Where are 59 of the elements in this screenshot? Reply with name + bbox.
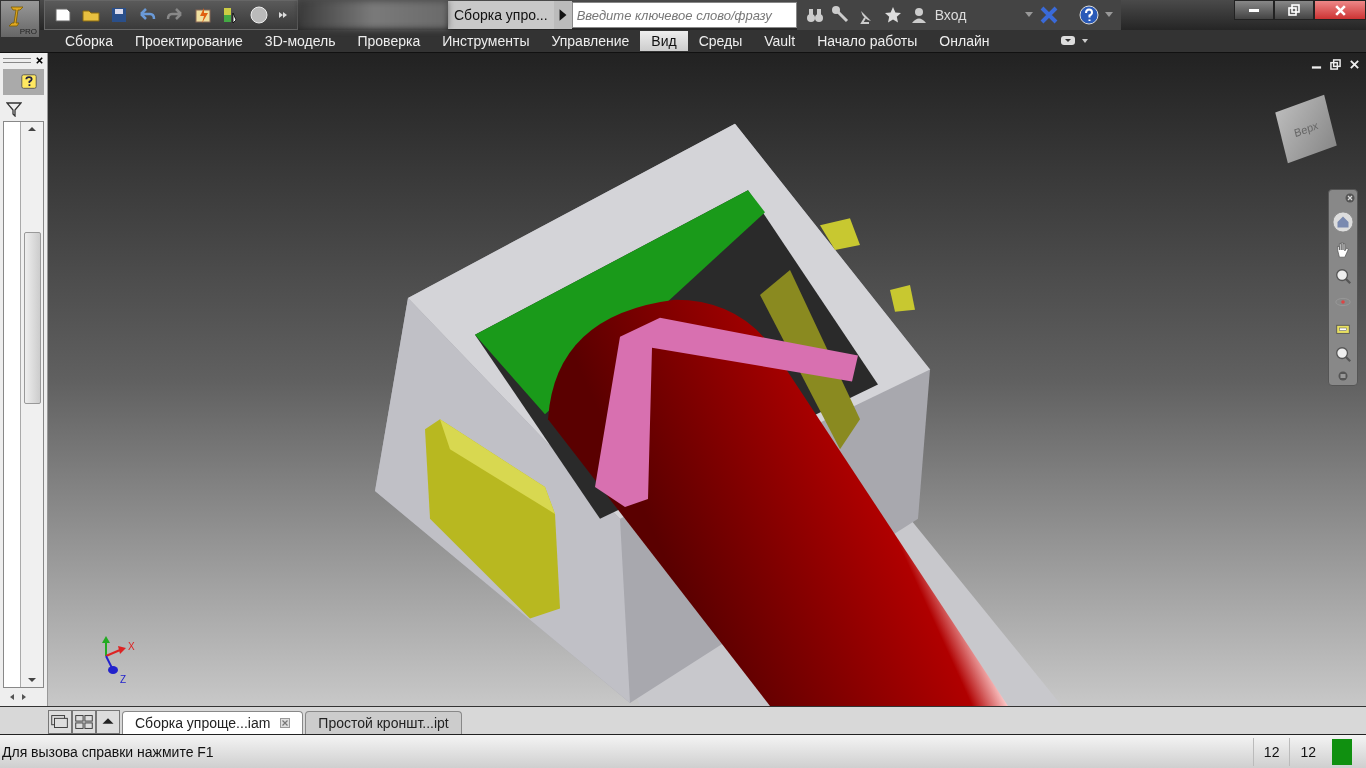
document-tab-label: Сборка упроще...iam [135, 715, 271, 731]
help-icon[interactable] [1078, 5, 1099, 25]
close-icon[interactable] [35, 55, 44, 65]
house-icon[interactable] [1332, 211, 1354, 233]
status-counter: 12 [1252, 737, 1290, 766]
edition-label: PRO [19, 27, 37, 36]
minimize-icon [1249, 8, 1259, 12]
ribbon-tab[interactable]: Инструменты [431, 31, 541, 51]
new-file-icon[interactable] [53, 5, 73, 25]
zoom-icon[interactable] [1334, 267, 1352, 285]
tile-windows-icon[interactable] [72, 710, 96, 734]
ribbon-tab[interactable]: Начало работы [806, 31, 929, 51]
clip-part [890, 284, 915, 312]
restore-button[interactable] [1274, 0, 1314, 20]
ribbon-tab[interactable]: Проверка [346, 31, 432, 51]
help-icon [20, 73, 38, 91]
close-button[interactable] [1314, 0, 1366, 20]
search-field[interactable]: Введите ключевое слово/фразу [571, 2, 797, 28]
filter-icon[interactable] [6, 101, 22, 117]
close-icon [1333, 3, 1347, 17]
wrench-icon[interactable] [830, 5, 851, 25]
ribbon-options-icon[interactable] [1060, 35, 1091, 47]
menu-icon[interactable] [1338, 371, 1348, 381]
ribbon-tab[interactable]: 3D-модель [253, 31, 347, 51]
ribbon-tab[interactable]: Вид [640, 31, 688, 51]
document-tab-label: Простой кроншт...ipt [318, 715, 449, 731]
scroll-down-icon[interactable] [27, 677, 37, 683]
document-tab[interactable]: Простой кроншт...ipt [305, 711, 462, 734]
status-indicator [1332, 738, 1352, 765]
hand-icon[interactable] [1334, 241, 1352, 259]
caret-icon[interactable] [1024, 12, 1033, 18]
ribbon-tab[interactable]: Vault [753, 31, 807, 51]
ribbon-tab[interactable]: Проектирование [123, 31, 254, 51]
minimize-button[interactable] [1234, 0, 1274, 20]
document-title: Сборка упро... [448, 1, 554, 29]
cascade-windows-icon[interactable] [48, 710, 72, 734]
ribbon-tab[interactable]: Управление [540, 31, 641, 51]
save-icon[interactable] [109, 5, 129, 25]
ribbon-tab[interactable]: Сборка [54, 31, 124, 51]
vertical-scrollbar[interactable] [21, 122, 43, 687]
caret-icon[interactable] [1104, 12, 1113, 18]
sign-in-link[interactable]: Вход [934, 7, 1019, 23]
z-axis-label: Z [120, 674, 127, 685]
restore-icon[interactable] [1330, 59, 1341, 70]
x-axis-label: X [128, 641, 135, 652]
restore-icon [1288, 4, 1300, 16]
ribbon-tab[interactable]: Онлайн [928, 31, 1001, 51]
ribbon-tab[interactable]: Среды [687, 31, 754, 51]
help-button[interactable] [3, 69, 44, 95]
status-message: Для вызова справки нажмите F1 [1, 743, 214, 760]
clip-part [820, 218, 860, 251]
view-cube-face-label: Верх [1292, 118, 1320, 140]
document-tab[interactable]: Сборка упроще...iam [122, 711, 304, 734]
scroll-up-icon[interactable] [27, 126, 37, 132]
status-counter: 12 [1289, 737, 1326, 766]
horizontal-scroll-arrows-icon[interactable] [8, 692, 28, 702]
scrollbar-thumb[interactable] [23, 232, 41, 404]
expand-arrows-icon[interactable] [277, 9, 289, 21]
zoom-icon[interactable] [1334, 345, 1352, 363]
